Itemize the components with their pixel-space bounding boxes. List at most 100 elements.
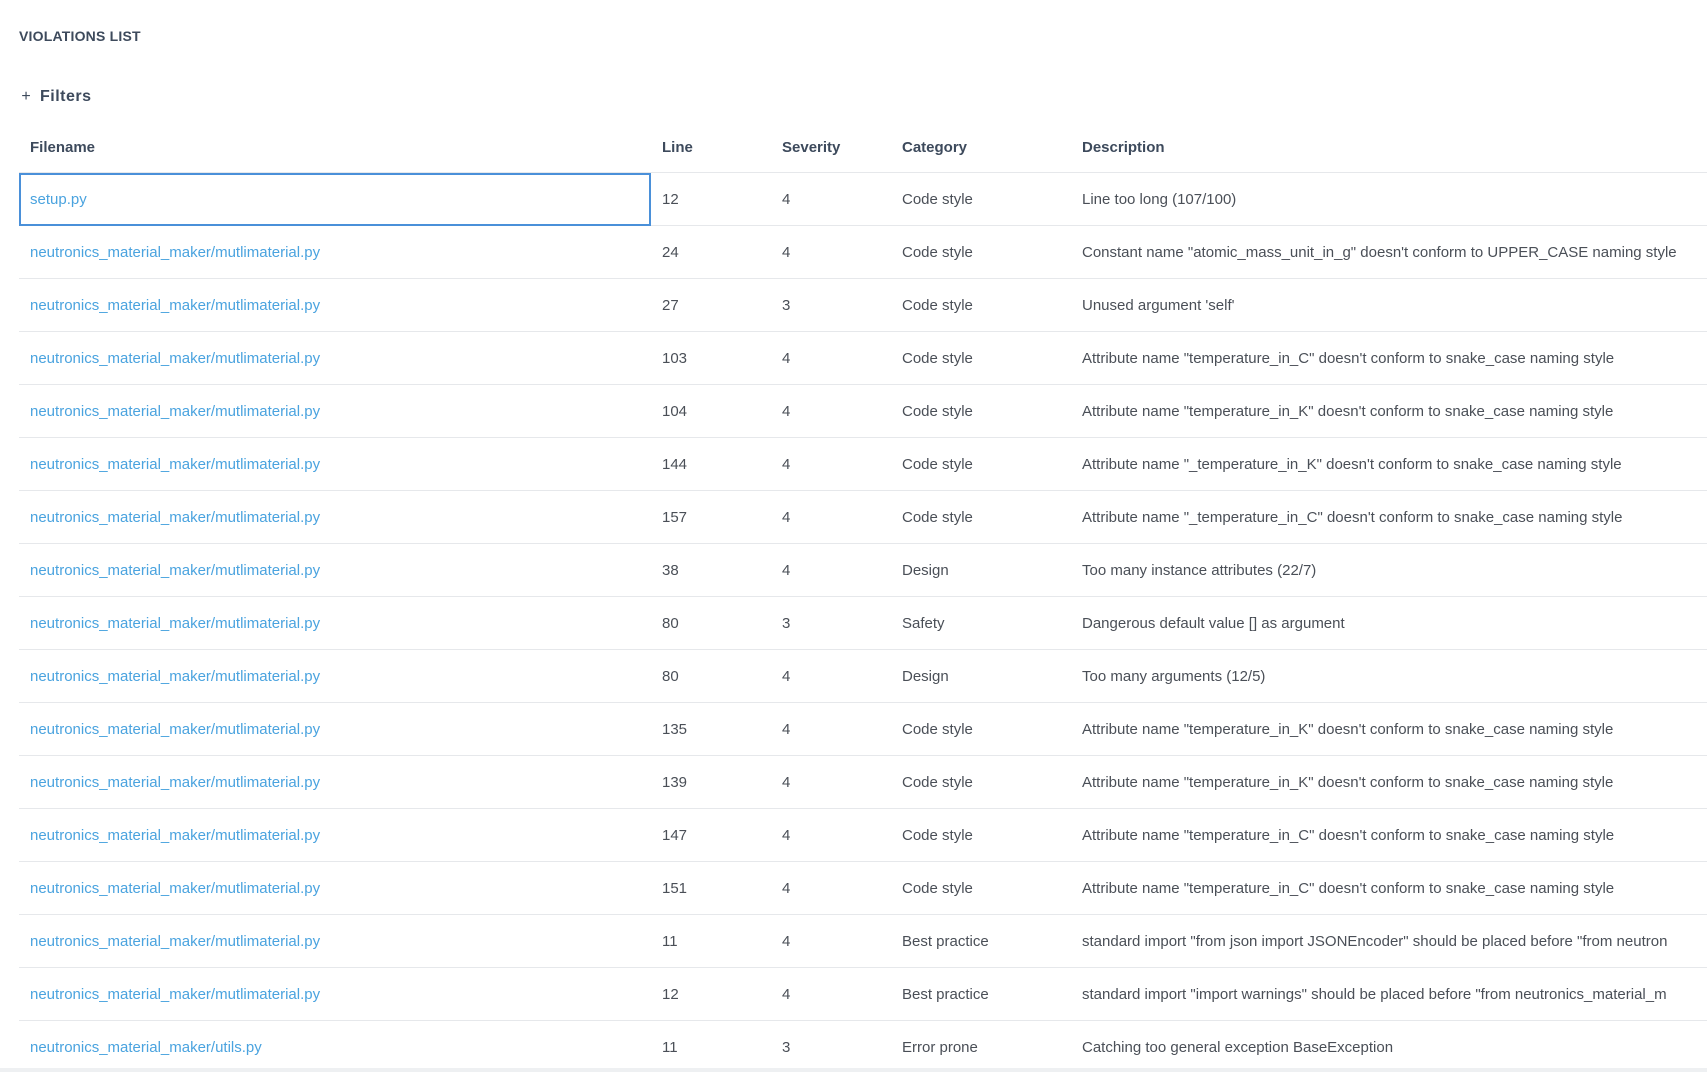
description-cell: Attribute name "_temperature_in_C" doesn… [1071, 490, 1707, 544]
description-cell: Attribute name "temperature_in_C" doesn'… [1071, 331, 1707, 385]
filename-link[interactable]: neutronics_material_maker/mutlimaterial.… [30, 721, 320, 738]
severity-cell: 4 [771, 543, 891, 597]
line-cell: 27 [651, 278, 771, 332]
filename-link[interactable]: neutronics_material_maker/mutlimaterial.… [30, 933, 320, 950]
filename-cell: setup.py [19, 172, 651, 226]
filename-cell: neutronics_material_maker/mutlimaterial.… [19, 490, 651, 544]
severity-cell: 4 [771, 384, 891, 438]
table-row[interactable]: neutronics_material_maker/mutlimaterial.… [19, 596, 1707, 650]
severity-cell: 3 [771, 278, 891, 332]
filename-link[interactable]: neutronics_material_maker/mutlimaterial.… [30, 986, 320, 1003]
severity-cell: 4 [771, 808, 891, 862]
table-row[interactable]: neutronics_material_maker/mutlimaterial.… [19, 490, 1707, 544]
category-cell: Code style [891, 172, 1071, 226]
category-cell: Code style [891, 278, 1071, 332]
section-title: VIOLATIONS LIST [19, 28, 141, 44]
table-body: setup.py 12 4 Code style Line too long (107/… [19, 172, 1707, 1070]
table-row[interactable]: neutronics_material_maker/mutlimaterial.… [19, 861, 1707, 915]
filename-link[interactable]: neutronics_material_maker/mutlimaterial.… [30, 509, 320, 526]
filename-link[interactable]: neutronics_material_maker/mutlimaterial.… [30, 403, 320, 420]
filename-cell: neutronics_material_maker/mutlimaterial.… [19, 967, 651, 1021]
category-cell: Error prone [891, 1020, 1071, 1070]
description-cell: standard import "import warnings" should… [1071, 967, 1707, 1021]
column-header-line[interactable]: Line [651, 122, 771, 173]
filename-link[interactable]: setup.py [30, 191, 87, 208]
line-cell: 151 [651, 861, 771, 915]
filename-link[interactable]: neutronics_material_maker/mutlimaterial.… [30, 880, 320, 897]
filename-link[interactable]: neutronics_material_maker/utils.py [30, 1039, 262, 1056]
severity-cell: 4 [771, 331, 891, 385]
category-cell: Code style [891, 702, 1071, 756]
filename-cell: neutronics_material_maker/mutlimaterial.… [19, 808, 651, 862]
filename-cell: neutronics_material_maker/mutlimaterial.… [19, 755, 651, 809]
category-cell: Code style [891, 225, 1071, 279]
severity-cell: 3 [771, 1020, 891, 1070]
table-row[interactable]: neutronics_material_maker/mutlimaterial.… [19, 225, 1707, 279]
filename-link[interactable]: neutronics_material_maker/mutlimaterial.… [30, 350, 320, 367]
filename-cell: neutronics_material_maker/mutlimaterial.… [19, 278, 651, 332]
table-row[interactable]: neutronics_material_maker/mutlimaterial.… [19, 808, 1707, 862]
line-cell: 12 [651, 172, 771, 226]
filename-link[interactable]: neutronics_material_maker/mutlimaterial.… [30, 562, 320, 579]
filename-link[interactable]: neutronics_material_maker/mutlimaterial.… [30, 456, 320, 473]
line-cell: 144 [651, 437, 771, 491]
severity-cell: 4 [771, 649, 891, 703]
filename-link[interactable]: neutronics_material_maker/mutlimaterial.… [30, 827, 320, 844]
filename-link[interactable]: neutronics_material_maker/mutlimaterial.… [30, 615, 320, 632]
column-header-description[interactable]: Description [1071, 122, 1707, 173]
table-row[interactable]: neutronics_material_maker/mutlimaterial.… [19, 702, 1707, 756]
column-header-category[interactable]: Category [891, 122, 1071, 173]
table-row[interactable]: neutronics_material_maker/mutlimaterial.… [19, 437, 1707, 491]
description-cell: Attribute name "_temperature_in_K" doesn… [1071, 437, 1707, 491]
column-header-filename[interactable]: Filename [19, 122, 651, 173]
description-cell: Unused argument 'self' [1071, 278, 1707, 332]
severity-cell: 4 [771, 437, 891, 491]
violations-table-container: Filename Line Severity Category Descript… [19, 122, 1707, 1070]
filename-link[interactable]: neutronics_material_maker/mutlimaterial.… [30, 668, 320, 685]
line-cell: 135 [651, 702, 771, 756]
category-cell: Code style [891, 755, 1071, 809]
filename-cell: neutronics_material_maker/mutlimaterial.… [19, 225, 651, 279]
severity-cell: 4 [771, 490, 891, 544]
filename-cell: neutronics_material_maker/mutlimaterial.… [19, 914, 651, 968]
filename-link[interactable]: neutronics_material_maker/mutlimaterial.… [30, 297, 320, 314]
severity-cell: 4 [771, 914, 891, 968]
description-cell: standard import "from json import JSONEn… [1071, 914, 1707, 968]
filters-toggle[interactable]: + Filters [20, 88, 92, 106]
table-row[interactable]: neutronics_material_maker/mutlimaterial.… [19, 967, 1707, 1021]
line-cell: 157 [651, 490, 771, 544]
severity-cell: 4 [771, 172, 891, 226]
description-cell: Attribute name "temperature_in_C" doesn'… [1071, 861, 1707, 915]
severity-cell: 4 [771, 225, 891, 279]
table-row[interactable]: neutronics_material_maker/utils.py 11 3 Err… [19, 1020, 1707, 1070]
line-cell: 11 [651, 1020, 771, 1070]
table-row[interactable]: neutronics_material_maker/mutlimaterial.… [19, 543, 1707, 597]
line-cell: 80 [651, 649, 771, 703]
plus-icon: + [21, 88, 31, 105]
description-cell: Attribute name "temperature_in_K" doesn'… [1071, 702, 1707, 756]
filename-link[interactable]: neutronics_material_maker/mutlimaterial.… [30, 774, 320, 791]
column-header-severity[interactable]: Severity [771, 122, 891, 173]
table-row[interactable]: neutronics_material_maker/mutlimaterial.… [19, 278, 1707, 332]
line-cell: 11 [651, 914, 771, 968]
table-row[interactable]: neutronics_material_maker/mutlimaterial.… [19, 914, 1707, 968]
category-cell: Code style [891, 490, 1071, 544]
filename-cell: neutronics_material_maker/mutlimaterial.… [19, 649, 651, 703]
line-cell: 103 [651, 331, 771, 385]
table-row[interactable]: neutronics_material_maker/mutlimaterial.… [19, 384, 1707, 438]
category-cell: Code style [891, 384, 1071, 438]
table-row[interactable]: neutronics_material_maker/mutlimaterial.… [19, 649, 1707, 703]
filename-cell: neutronics_material_maker/utils.py [19, 1020, 651, 1070]
category-cell: Code style [891, 331, 1071, 385]
filename-link[interactable]: neutronics_material_maker/mutlimaterial.… [30, 244, 320, 261]
description-cell: Constant name "atomic_mass_unit_in_g" do… [1071, 225, 1707, 279]
category-cell: Best practice [891, 967, 1071, 1021]
filename-cell: neutronics_material_maker/mutlimaterial.… [19, 543, 651, 597]
table-row[interactable]: neutronics_material_maker/mutlimaterial.… [19, 331, 1707, 385]
table-row[interactable]: setup.py 12 4 Code style Line too long (107/… [19, 172, 1707, 226]
category-cell: Design [891, 649, 1071, 703]
table-row[interactable]: neutronics_material_maker/mutlimaterial.… [19, 755, 1707, 809]
description-cell: Line too long (107/100) [1071, 172, 1707, 226]
filename-cell: neutronics_material_maker/mutlimaterial.… [19, 437, 651, 491]
horizontal-scrollbar[interactable] [0, 1068, 1707, 1072]
